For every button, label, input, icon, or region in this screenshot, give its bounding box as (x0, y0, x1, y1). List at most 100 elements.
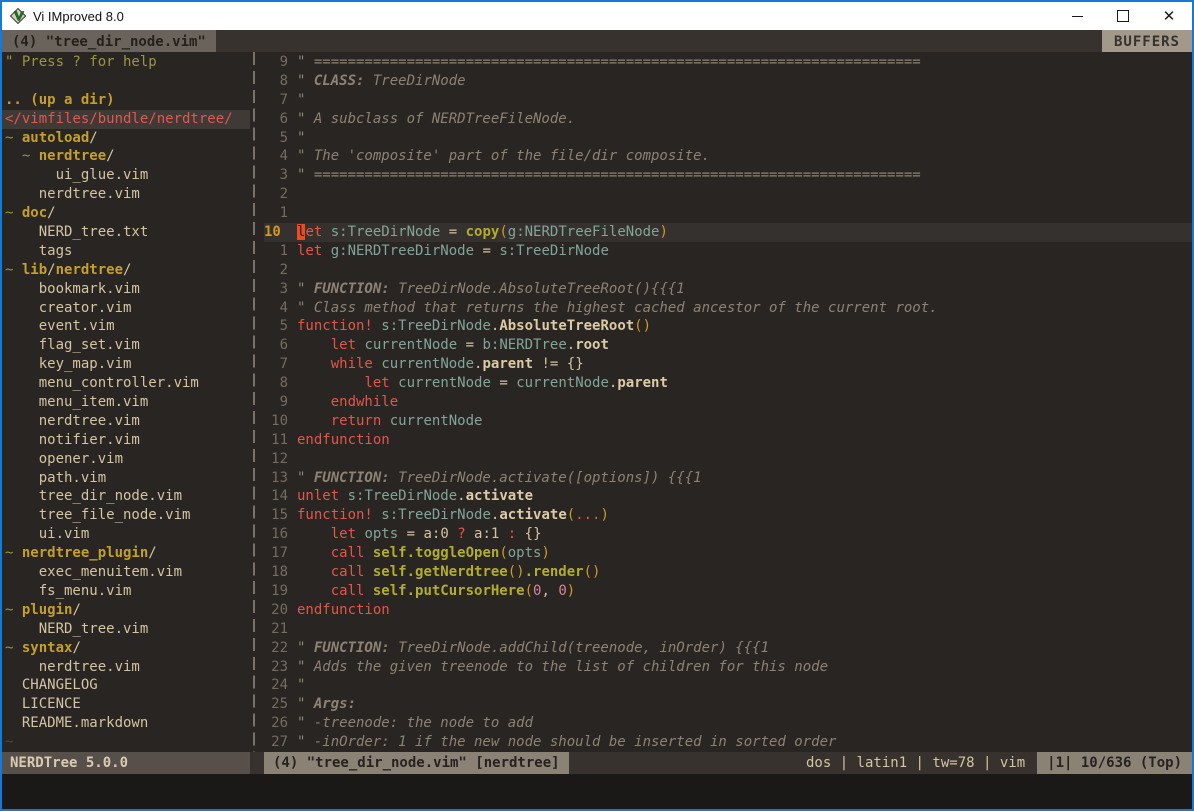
code-row[interactable]: 4" Class method that returns the highest… (264, 299, 1192, 318)
tree-row[interactable]: nerdtree.vim (2, 412, 250, 431)
tree-row[interactable]: ~ (2, 733, 250, 752)
code-row[interactable]: 5" (264, 129, 1192, 148)
close-icon: ✕ (1163, 9, 1176, 24)
code-row[interactable]: 12 (264, 450, 1192, 469)
code-row[interactable]: 6 let currentNode = b:NERDTree.root (264, 336, 1192, 355)
maximize-button[interactable] (1100, 2, 1146, 30)
tree-row[interactable]: ~ doc/ (2, 204, 250, 223)
code-row[interactable]: 3" FUNCTION: TreeDirNode.AbsoluteTreeRoo… (264, 280, 1192, 299)
code-row[interactable]: 7" (264, 91, 1192, 110)
text-segment: a:1 (466, 526, 508, 542)
code-row[interactable]: 14unlet s:TreeDirNode.activate (264, 487, 1192, 506)
text-segment: NERD_tree.vim (5, 621, 148, 637)
code-row[interactable]: 2 (264, 185, 1192, 204)
tree-row[interactable]: bookmark.vim (2, 280, 250, 299)
tab-tree-dir-node[interactable]: (4) "tree_dir_node.vim" (2, 30, 216, 52)
tree-row[interactable]: opener.vim (2, 450, 250, 469)
tree-row[interactable]: ~ nerdtree_plugin/ (2, 544, 250, 563)
text-segment: bookmark.vim (5, 281, 140, 297)
text-segment: " (297, 73, 314, 89)
text-segment: currentNode (390, 413, 483, 429)
code-row[interactable]: 21 (264, 620, 1192, 639)
code-row[interactable]: 10 return currentNode (264, 412, 1192, 431)
tree-row[interactable]: tree_dir_node.vim (2, 487, 250, 506)
text-segment: ~ (5, 602, 22, 618)
tree-row[interactable]: menu_controller.vim (2, 374, 250, 393)
text-segment: notifier.vim (5, 432, 140, 448)
tree-row[interactable]: key_map.vim (2, 355, 250, 374)
tree-row[interactable]: README.markdown (2, 714, 250, 733)
code-row[interactable]: 6" A subclass of NERDTreeFileNode. (264, 110, 1192, 129)
code-row[interactable]: 23" Adds the given treenode to the list … (264, 658, 1192, 677)
line-text: endfunction (297, 431, 390, 450)
tree-row[interactable]: ui.vim (2, 525, 250, 544)
tree-row[interactable]: NERD_tree.txt (2, 223, 250, 242)
tree-row[interactable]: flag_set.vim (2, 336, 250, 355)
code-row[interactable]: 9" =====================================… (264, 53, 1192, 72)
code-row[interactable]: 4" The 'composite' part of the file/dir … (264, 147, 1192, 166)
tree-row[interactable]: NERD_tree.vim (2, 620, 250, 639)
code-row[interactable]: 15function! s:TreeDirNode.activate(...) (264, 506, 1192, 525)
code-row[interactable]: 24" (264, 676, 1192, 695)
tree-row[interactable]: ~ nerdtree/ (2, 147, 250, 166)
tree-row[interactable]: tags (2, 242, 250, 261)
line-number: 6 (264, 336, 288, 355)
code-row[interactable]: 7 while currentNode.parent != {} (264, 355, 1192, 374)
code-row[interactable]: 8 let currentNode = currentNode.parent (264, 374, 1192, 393)
nerdtree-statusline[interactable]: NERDTree 5.0.0 (2, 752, 250, 774)
tree-row[interactable]: event.vim (2, 317, 250, 336)
text-segment (297, 545, 331, 561)
tree-row[interactable]: ~ lib/nerdtree/ (2, 261, 250, 280)
text-segment: " (297, 92, 305, 108)
line-text: let s:TreeDirNode = copy(g:NERDTreeFileN… (297, 223, 668, 242)
tree-row[interactable]: nerdtree.vim (2, 185, 250, 204)
window-separator[interactable] (250, 52, 264, 752)
code-row[interactable]: 19 call self.putCursorHere(0, 0) (264, 582, 1192, 601)
code-row[interactable]: 5function! s:TreeDirNode.AbsoluteTreeRoo… (264, 317, 1192, 336)
code-row[interactable]: 22" FUNCTION: TreeDirNode.addChild(treen… (264, 639, 1192, 658)
tree-row[interactable]: exec_menuitem.vim (2, 563, 250, 582)
tree-row[interactable]: CHANGELOG (2, 676, 250, 695)
code-row[interactable]: 11endfunction (264, 431, 1192, 450)
tree-row[interactable]: fs_menu.vim (2, 582, 250, 601)
buffers-label: BUFFERS (1102, 30, 1192, 52)
tree-row[interactable]: path.vim (2, 469, 250, 488)
tree-row[interactable]: ~ syntax/ (2, 639, 250, 658)
code-row[interactable]: 16 let opts = a:0 ? a:1 : {} (264, 525, 1192, 544)
code-row-current[interactable]: 10let s:TreeDirNode = copy(g:NERDTreeFil… (264, 223, 1192, 242)
code-row[interactable]: 1let g:NERDTreeDirNode = s:TreeDirNode (264, 242, 1192, 261)
tree-row[interactable]: LICENCE (2, 695, 250, 714)
tree-row[interactable]: ~ autoload/ (2, 129, 250, 148)
tree-row[interactable]: notifier.vim (2, 431, 250, 450)
code-row[interactable]: 9 endwhile (264, 393, 1192, 412)
code-row[interactable]: 13" FUNCTION: TreeDirNode.activate([opti… (264, 469, 1192, 488)
code-row[interactable]: 18 call self.getNerdtree().render() (264, 563, 1192, 582)
tree-row[interactable] (2, 72, 250, 91)
text-segment: " Class method that returns the highest … (297, 300, 938, 316)
code-row[interactable]: 3" =====================================… (264, 166, 1192, 185)
code-row[interactable]: 2 (264, 261, 1192, 280)
main-statusline[interactable]: (4) "tree_dir_node.vim" [nerdtree] dos |… (264, 752, 1192, 774)
text-segment: = (491, 375, 516, 391)
tree-row[interactable]: .. (up a dir) (2, 91, 250, 110)
tree-row[interactable]: tree_file_node.vim (2, 506, 250, 525)
code-row[interactable]: 27" -inOrder: 1 if the new node should b… (264, 733, 1192, 752)
tree-row[interactable]: ui_glue.vim (2, 166, 250, 185)
line-number: 3 (264, 166, 288, 185)
tree-row[interactable]: creator.vim (2, 299, 250, 318)
text-segment: / (148, 545, 156, 561)
close-button[interactable]: ✕ (1146, 2, 1192, 30)
code-row[interactable]: 8" CLASS: TreeDirNode (264, 72, 1192, 91)
tree-row[interactable]: " Press ? for help (2, 53, 250, 72)
code-row[interactable]: 20endfunction (264, 601, 1192, 620)
tree-row[interactable]: menu_item.vim (2, 393, 250, 412)
code-row[interactable]: 17 call self.toggleOpen(opts) (264, 544, 1192, 563)
code-row[interactable]: 26" -treenode: the node to add (264, 714, 1192, 733)
text-segment (339, 488, 347, 504)
code-row[interactable]: 25" Args: (264, 695, 1192, 714)
tree-row[interactable]: ~ plugin/ (2, 601, 250, 620)
tree-row[interactable]: nerdtree.vim (2, 658, 250, 677)
code-row[interactable]: 1 (264, 204, 1192, 223)
tree-row-selected[interactable]: </vimfiles/bundle/nerdtree/ (2, 110, 250, 129)
minimize-button[interactable] (1054, 2, 1100, 30)
